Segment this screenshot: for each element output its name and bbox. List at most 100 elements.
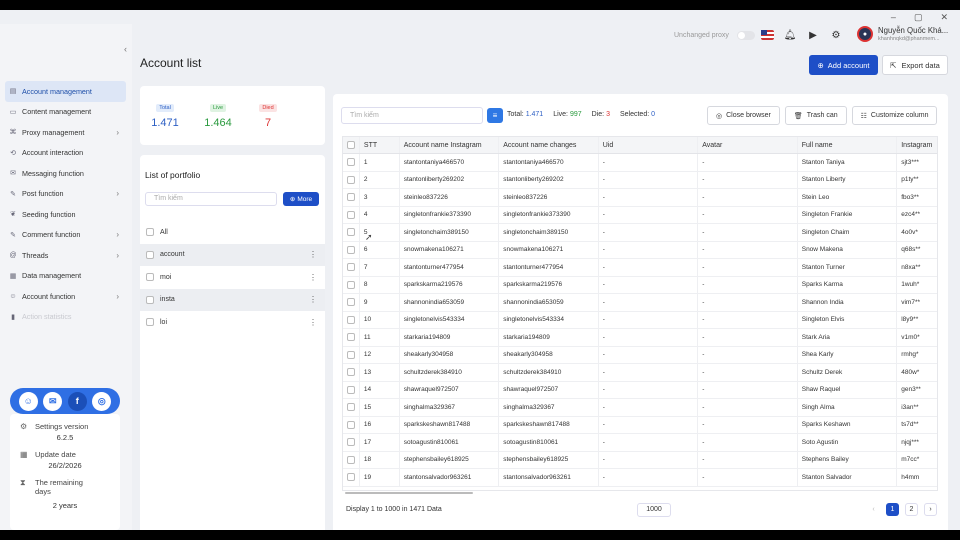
prev-page-button[interactable]: ‹ (867, 503, 880, 516)
more-options-icon[interactable]: ⋮ (309, 250, 317, 259)
checkbox[interactable] (146, 318, 154, 327)
sidebar-item-proxy-management[interactable]: ⌘ Proxy management › (5, 122, 126, 143)
sidebar-item-action-statistics[interactable]: ▮ Action statistics (5, 307, 126, 328)
sidebar-item-account-management[interactable]: ▤ Account management (5, 81, 126, 102)
support-icon[interactable]: ☺ (18, 391, 38, 411)
column-header[interactable]: Account name Instagram (400, 137, 500, 153)
checkbox[interactable] (146, 228, 154, 237)
row-checkbox-cell[interactable] (343, 381, 360, 398)
portfolio-item[interactable]: insta ⋮ (140, 288, 325, 311)
table-row[interactable]: 16 sparkskeshawn817488 sparkskeshawn817488… (343, 416, 937, 434)
checkbox[interactable] (346, 438, 355, 447)
checkbox[interactable] (346, 175, 355, 184)
maximize-button[interactable]: ▢ (914, 12, 923, 23)
close-browser-button[interactable]: ◎ Close browser (707, 106, 780, 125)
play-circle-icon[interactable]: ▶ (806, 28, 820, 42)
table-row[interactable]: 8 sparkskarma219576 sparkskarma219576- - Spa… (343, 276, 937, 294)
filter-button[interactable]: ≡ (487, 108, 503, 123)
checkbox[interactable] (346, 420, 355, 429)
portfolio-item[interactable]: account ⋮ (140, 243, 325, 266)
row-checkbox-cell[interactable] (343, 329, 360, 346)
sidebar-item-content-management[interactable]: ▭ Content management (5, 102, 126, 123)
table-row[interactable]: 17 sotoagustin810061 sotoagustin810061- - So… (343, 434, 937, 452)
checkbox[interactable] (346, 228, 355, 237)
checkbox[interactable] (346, 403, 355, 412)
row-checkbox-cell[interactable] (343, 434, 360, 451)
minimize-button[interactable]: – (891, 12, 896, 22)
table-row[interactable]: 19 stantonsalvador963261 stantonsalvador96… (343, 469, 937, 487)
portfolio-search-input[interactable]: Tìm kiếm (145, 192, 277, 206)
sidebar-item-post-function[interactable]: ✎ Post function › (5, 184, 126, 205)
column-header[interactable]: Uid (599, 137, 699, 153)
table-row[interactable]: 3 steinleo837226 steinleo837226- - Stein Leo… (343, 189, 937, 207)
checkbox[interactable] (146, 295, 154, 304)
messenger-icon[interactable]: ✉ (43, 391, 63, 411)
checkbox[interactable] (346, 368, 355, 377)
sidebar-item-messaging-function[interactable]: ✉ Messaging function (5, 163, 126, 184)
checkbox[interactable] (346, 263, 355, 272)
checkbox[interactable] (346, 473, 355, 482)
avatar[interactable]: ● (857, 26, 873, 42)
trash-can-button[interactable]: 🗑︎ Trash can (784, 106, 847, 125)
row-checkbox-cell[interactable] (343, 276, 360, 293)
row-checkbox-cell[interactable] (343, 346, 360, 363)
facebook-icon[interactable]: f (67, 391, 87, 411)
table-row[interactable]: 6 snowmakena106271 snowmakena106271- - Snow … (343, 241, 937, 259)
table-row[interactable]: 9 shannonindia653059 shannonindia653059- - S… (343, 294, 937, 312)
table-row[interactable]: 2 stantonliberty269202 stantonliberty26920… (343, 171, 937, 189)
table-row[interactable]: 10 singletonelvis543334 singletonelvis5433… (343, 311, 937, 329)
row-checkbox-cell[interactable] (343, 311, 360, 328)
table-row[interactable]: 13 schultzderek384910 schultzderek384910- -… (343, 364, 937, 382)
checkbox[interactable] (346, 141, 355, 149)
row-checkbox-cell[interactable] (343, 451, 360, 468)
column-header[interactable]: STT (360, 137, 400, 153)
bell-icon[interactable]: 🔔︎ (783, 28, 797, 42)
more-options-icon[interactable]: ⋮ (309, 295, 317, 304)
portfolio-item[interactable]: moi ⋮ (140, 266, 325, 289)
portfolio-item[interactable]: loi ⋮ (140, 311, 325, 334)
checkbox[interactable] (346, 280, 355, 289)
sidebar-item-account-function[interactable]: ☺ Account function › (5, 286, 126, 307)
table-row[interactable]: 7 stantonturner477954 stantonturner477954-… (343, 259, 937, 277)
row-checkbox-cell[interactable] (343, 294, 360, 311)
row-checkbox-cell[interactable] (343, 154, 360, 171)
page-size-select[interactable]: 1000 (637, 503, 671, 517)
more-options-icon[interactable]: ⋮ (309, 273, 317, 282)
checkbox[interactable] (146, 250, 154, 259)
table-row[interactable]: 1 stantontaniya466570 stantontaniya466570-… (343, 154, 937, 172)
row-checkbox-cell[interactable] (343, 189, 360, 206)
table-row[interactable]: 5 singletonchaim389150 singletonchaim38915… (343, 224, 937, 242)
column-header[interactable]: Avatar (698, 137, 798, 153)
sidebar-item-account-interaction[interactable]: ⟲ Account interaction (5, 143, 126, 164)
select-all-checkbox-cell[interactable] (343, 137, 360, 153)
checkbox[interactable] (346, 210, 355, 219)
more-options-icon[interactable]: ⋮ (309, 318, 317, 327)
sidebar-item-threads[interactable]: @ Threads › (5, 245, 126, 266)
sidebar-item-seeding-function[interactable]: ❦ Seeding function (5, 204, 126, 225)
row-checkbox-cell[interactable] (343, 469, 360, 486)
row-checkbox-cell[interactable] (343, 416, 360, 433)
next-page-button[interactable]: › (924, 503, 937, 516)
portfolio-item-all[interactable]: All (140, 221, 325, 244)
checkbox[interactable] (146, 273, 154, 282)
globe-icon[interactable]: ◎ (92, 391, 112, 411)
column-header[interactable]: Full name (798, 137, 898, 153)
close-window-button[interactable]: ✕ (940, 12, 948, 23)
add-account-button[interactable]: ⊕ Add account (809, 55, 878, 75)
row-checkbox-cell[interactable] (343, 364, 360, 381)
page-1-button[interactable]: 1 (886, 503, 899, 516)
account-search-input[interactable]: Tìm kiếm (341, 107, 483, 124)
sidebar-item-comment-function[interactable]: ✎ Comment function › (5, 225, 126, 246)
checkbox[interactable] (346, 158, 355, 167)
row-checkbox-cell[interactable] (343, 241, 360, 258)
table-row[interactable]: 12 sheakarly304958 sheakarly304958- - Shea K… (343, 346, 937, 364)
column-header[interactable]: Instagram (897, 137, 937, 153)
table-row[interactable]: 15 singhalma329367 singhalma329367- - Singh … (343, 399, 937, 417)
more-button[interactable]: ⊕ More (283, 192, 319, 206)
table-row[interactable]: 14 shawraquel972507 shawraquel972507- - Shaw… (343, 381, 937, 399)
row-checkbox-cell[interactable] (343, 259, 360, 276)
unchanged-proxy-toggle[interactable] (736, 31, 755, 40)
customize-column-button[interactable]: ☷ Customize column (851, 106, 938, 125)
gear-icon[interactable]: ⚙ (829, 28, 843, 42)
sidebar-item-data-management[interactable]: ▦ Data management (5, 266, 126, 287)
